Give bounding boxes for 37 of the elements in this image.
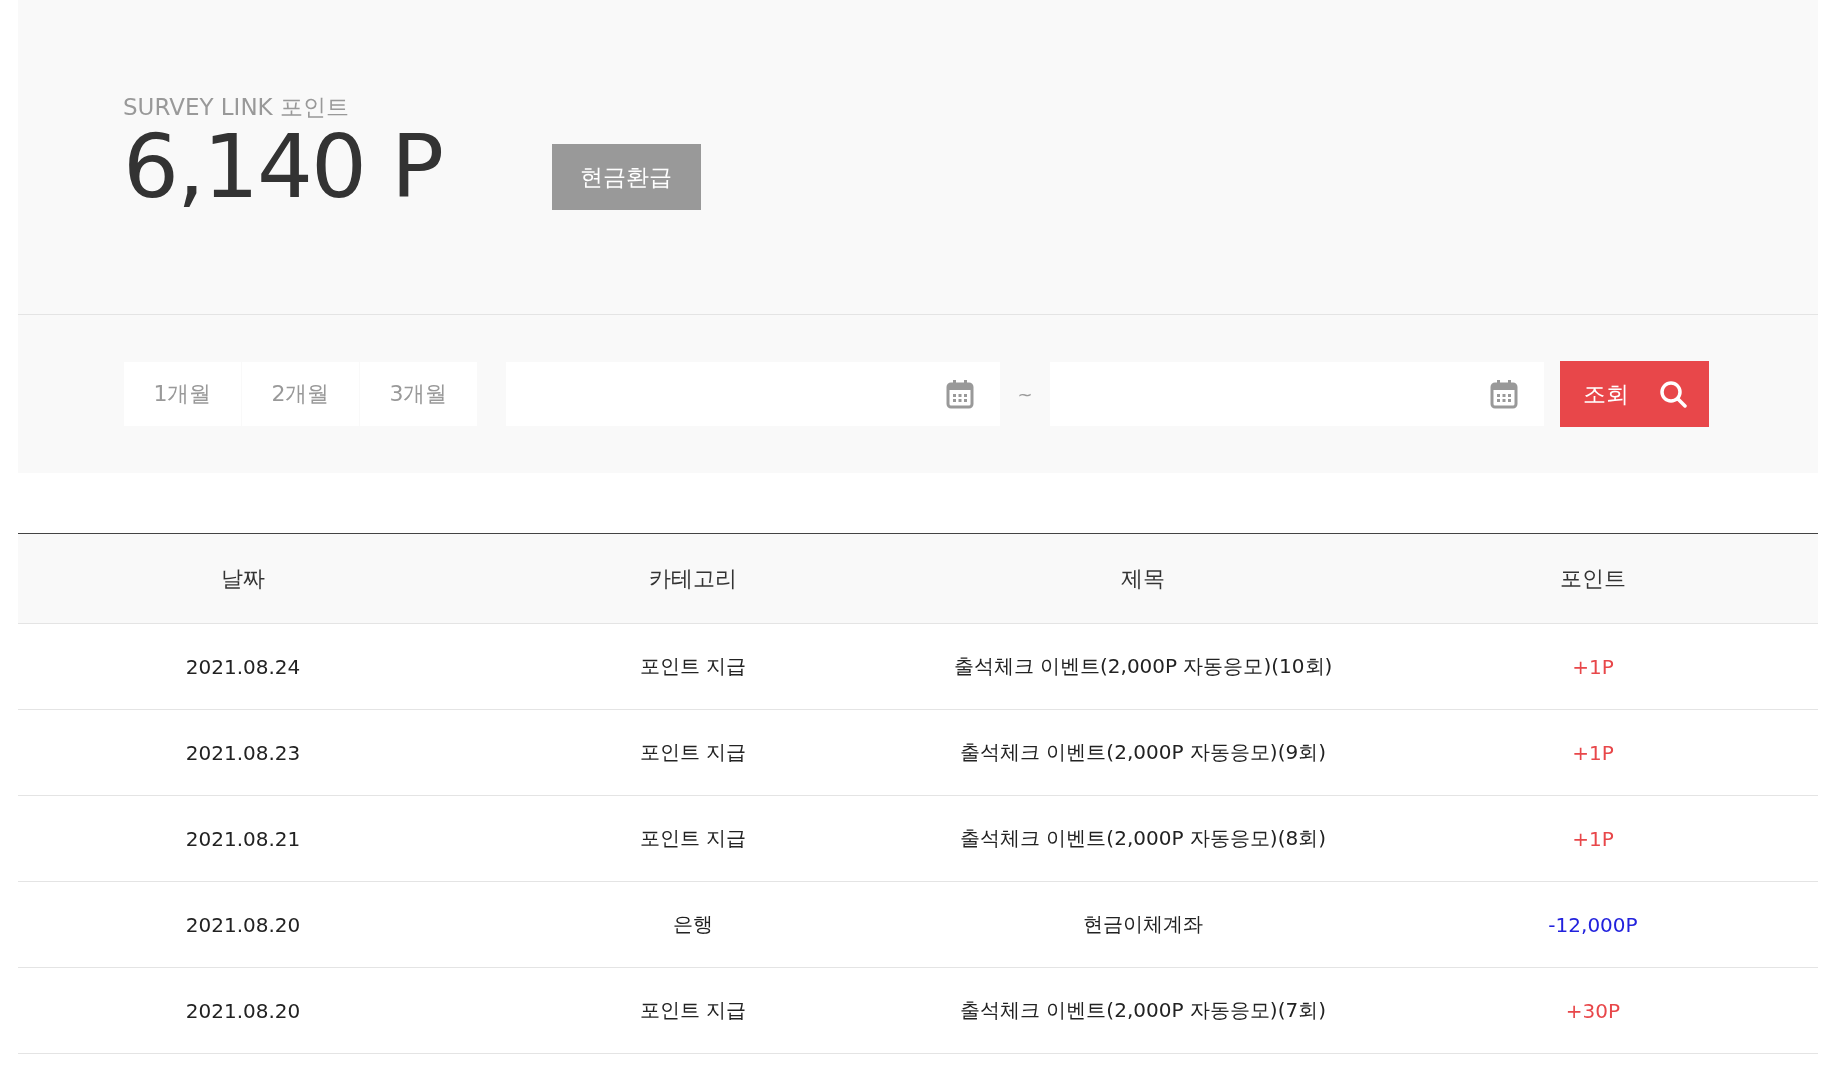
category-cell-text: 포인트 지급	[638, 739, 748, 766]
column-header: 포인트	[1559, 564, 1627, 593]
date-cell-text: 2021.08.23	[184, 740, 302, 765]
points-label: SURVEY LINK 포인트	[123, 93, 349, 122]
calendar-icon	[946, 379, 974, 409]
date-cell-text: 2021.08.21	[184, 826, 302, 851]
title-cell-text: 출석체크 이벤트(2,000P 자동응모)(10회)	[952, 653, 1334, 680]
title-cell-text: 현금이체계좌	[1082, 911, 1204, 938]
date-cell-text: 2021.08.20	[184, 912, 302, 937]
points-cell-text: +1P	[1571, 654, 1615, 679]
category-cell-text: 은행	[672, 911, 714, 938]
column-header: 날짜	[220, 564, 266, 593]
column-header: 카테고리	[648, 564, 738, 593]
points-cell-text: -12,000P	[1547, 912, 1639, 937]
search-button[interactable]: 조회	[1560, 361, 1709, 427]
period-tab[interactable]: 1개월	[124, 362, 241, 426]
title-cell-text: 출석체크 이벤트(2,000P 자동응모)(9회)	[959, 739, 1327, 766]
date-range-separator: ~	[1016, 383, 1034, 405]
start-date-field[interactable]	[506, 362, 1000, 426]
category-cell-text: 포인트 지급	[638, 653, 748, 680]
end-date-field[interactable]	[1050, 362, 1544, 426]
calendar-icon	[1490, 379, 1518, 409]
points-balance: 6,140 P	[123, 123, 442, 211]
period-tab[interactable]: 3개월	[360, 362, 477, 426]
points-cell-text: +1P	[1571, 826, 1615, 851]
date-cell-text: 2021.08.24	[184, 654, 302, 679]
title-cell-text: 출석체크 이벤트(2,000P 자동응모)(7회)	[959, 997, 1327, 1024]
column-header: 제목	[1120, 564, 1166, 593]
category-cell-text: 포인트 지급	[638, 997, 748, 1024]
points-cell-text: +1P	[1571, 740, 1615, 765]
date-cell-text: 2021.08.20	[184, 998, 302, 1023]
period-tab[interactable]: 2개월	[242, 362, 359, 426]
search-icon	[1658, 380, 1687, 408]
title-cell-text: 출석체크 이벤트(2,000P 자동응모)(8회)	[959, 825, 1327, 852]
cash-refund-button[interactable]: 현금환급	[551, 144, 701, 210]
points-cell-text: +30P	[1564, 998, 1622, 1023]
category-cell-text: 포인트 지급	[638, 825, 748, 852]
